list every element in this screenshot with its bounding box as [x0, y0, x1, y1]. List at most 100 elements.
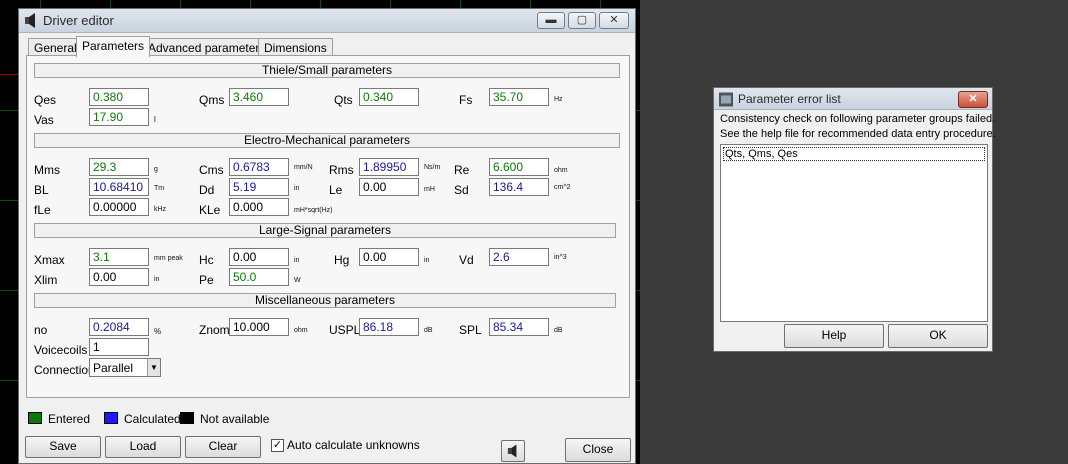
- legend-entered-swatch: [28, 412, 42, 424]
- le-field[interactable]: 0.00: [359, 178, 419, 196]
- mms-label: Mms: [34, 163, 60, 177]
- bl-field[interactable]: 10.68410: [89, 178, 149, 196]
- dd-unit: in: [294, 185, 300, 192]
- cms-unit: mm/N: [294, 164, 313, 171]
- vas-label: Vas: [34, 113, 54, 127]
- connection-select[interactable]: Parallel ▼: [89, 358, 161, 377]
- pe-unit: W: [294, 277, 301, 284]
- close-window-button[interactable]: ✕: [599, 12, 629, 29]
- speaker-icon: [25, 13, 35, 28]
- auto-calc-label: Auto calculate unknowns: [287, 438, 420, 452]
- help-button[interactable]: Help: [784, 324, 884, 348]
- error-list[interactable]: Qts, Qms, Qes: [720, 144, 988, 322]
- vas-field[interactable]: 17.90: [89, 108, 149, 126]
- qts-label: Qts: [334, 93, 353, 107]
- fs-label: Fs: [459, 93, 473, 107]
- xmax-field[interactable]: 3.1: [89, 248, 149, 266]
- kle-label: KLe: [199, 203, 221, 217]
- list-item[interactable]: Qts, Qms, Qes: [723, 147, 985, 161]
- cms-field[interactable]: 0.6783: [229, 158, 289, 176]
- hc-field[interactable]: 0.00: [229, 248, 289, 266]
- maximize-button[interactable]: ▢: [568, 12, 596, 29]
- connection-label: Connection: [34, 363, 95, 377]
- mms-unit: g: [154, 166, 158, 173]
- kle-unit: mH*sqrt(Hz): [294, 207, 333, 214]
- fs-field[interactable]: 35.70: [489, 88, 549, 106]
- group-thiele-small: Thiele/Small parameters: [34, 63, 620, 78]
- window-title: Driver editor: [43, 13, 114, 28]
- pe-field[interactable]: 50.0: [229, 268, 289, 286]
- znom-field[interactable]: 10.000: [229, 318, 289, 336]
- tab-parameters[interactable]: Parameters: [76, 36, 151, 57]
- tab-general[interactable]: General: [28, 38, 83, 56]
- xlim-label: Xlim: [34, 273, 58, 287]
- bl-label: BL: [34, 183, 49, 197]
- hg-unit: in: [424, 257, 430, 264]
- app-icon: [719, 92, 733, 107]
- qes-label: Qes: [34, 93, 57, 107]
- re-label: Re: [454, 163, 470, 177]
- spl-label: SPL: [459, 323, 482, 337]
- legend-not-available-swatch: [180, 412, 194, 424]
- le-label: Le: [329, 183, 343, 197]
- kle-field[interactable]: 0.000: [229, 198, 289, 216]
- rms-unit: Ns/m: [424, 164, 441, 171]
- sd-field[interactable]: 136.4: [489, 178, 549, 196]
- minimize-button[interactable]: ▬: [537, 12, 565, 29]
- no-unit: %: [154, 327, 162, 336]
- group-electro-mechanical: Electro-Mechanical parameters: [34, 133, 620, 148]
- rms-label: Rms: [329, 163, 354, 177]
- speaker-icon: [507, 444, 517, 458]
- vd-label: Vd: [459, 253, 474, 267]
- legend-calculated-swatch: [104, 412, 118, 424]
- driver-editor-titlebar[interactable]: Driver editor ▬ ▢ ✕: [19, 9, 635, 33]
- pe-label: Pe: [199, 273, 214, 287]
- rms-field[interactable]: 1.89950: [359, 158, 419, 176]
- spl-field[interactable]: 85.34: [489, 318, 549, 336]
- voicecoils-label: Voicecoils: [34, 343, 88, 357]
- spl-unit: dB: [554, 327, 563, 334]
- tab-advanced-parameters[interactable]: Advanced parameters: [142, 38, 272, 56]
- fle-field[interactable]: 0.00000: [89, 198, 149, 216]
- re-field[interactable]: 6.600: [489, 158, 549, 176]
- ok-button[interactable]: OK: [888, 324, 988, 348]
- legend-not-available-label: Not available: [200, 412, 270, 426]
- qms-field[interactable]: 3.460: [229, 88, 289, 106]
- speaker-icon-button[interactable]: [501, 440, 525, 462]
- mms-field[interactable]: 29.3: [89, 158, 149, 176]
- no-label: no: [34, 323, 48, 337]
- clear-button[interactable]: Clear: [185, 436, 261, 458]
- load-button[interactable]: Load: [105, 436, 181, 458]
- xlim-field[interactable]: 0.00: [89, 268, 149, 286]
- xmax-label: Xmax: [34, 253, 65, 267]
- dd-field[interactable]: 5.19: [229, 178, 289, 196]
- error-line-2: See the help file for recommended data e…: [720, 128, 996, 140]
- dd-label: Dd: [199, 183, 215, 197]
- hc-label: Hc: [199, 253, 214, 267]
- voicecoils-field[interactable]: 1: [89, 338, 149, 356]
- uspl-field[interactable]: 86.18: [359, 318, 419, 336]
- error-dialog-title: Parameter error list: [738, 92, 841, 106]
- no-field[interactable]: 0.2084: [89, 318, 149, 336]
- close-button[interactable]: Close: [565, 438, 631, 462]
- vd-unit: in^3: [554, 254, 567, 261]
- auto-calc-checkbox[interactable]: ✓: [271, 439, 284, 452]
- vd-field[interactable]: 2.6: [489, 248, 549, 266]
- chevron-down-icon[interactable]: ▼: [147, 359, 160, 376]
- qms-label: Qms: [199, 93, 225, 107]
- hg-field[interactable]: 0.00: [359, 248, 419, 266]
- tab-dimensions[interactable]: Dimensions: [258, 38, 333, 56]
- fs-unit: Hz: [554, 96, 563, 103]
- qts-field[interactable]: 0.340: [359, 88, 419, 106]
- bl-unit: Tm: [154, 185, 165, 192]
- uspl-unit: dB: [424, 327, 433, 334]
- cms-label: Cms: [199, 163, 224, 177]
- sd-unit: cm^2: [554, 184, 571, 191]
- save-button[interactable]: Save: [25, 436, 101, 458]
- legend-entered-label: Entered: [48, 412, 91, 426]
- close-icon[interactable]: ✕: [958, 91, 988, 108]
- error-dialog-titlebar[interactable]: Parameter error list ✕: [714, 88, 992, 110]
- znom-unit: ohm: [294, 327, 308, 334]
- group-misc: Miscellaneous parameters: [34, 293, 616, 308]
- qes-field[interactable]: 0.380: [89, 88, 149, 106]
